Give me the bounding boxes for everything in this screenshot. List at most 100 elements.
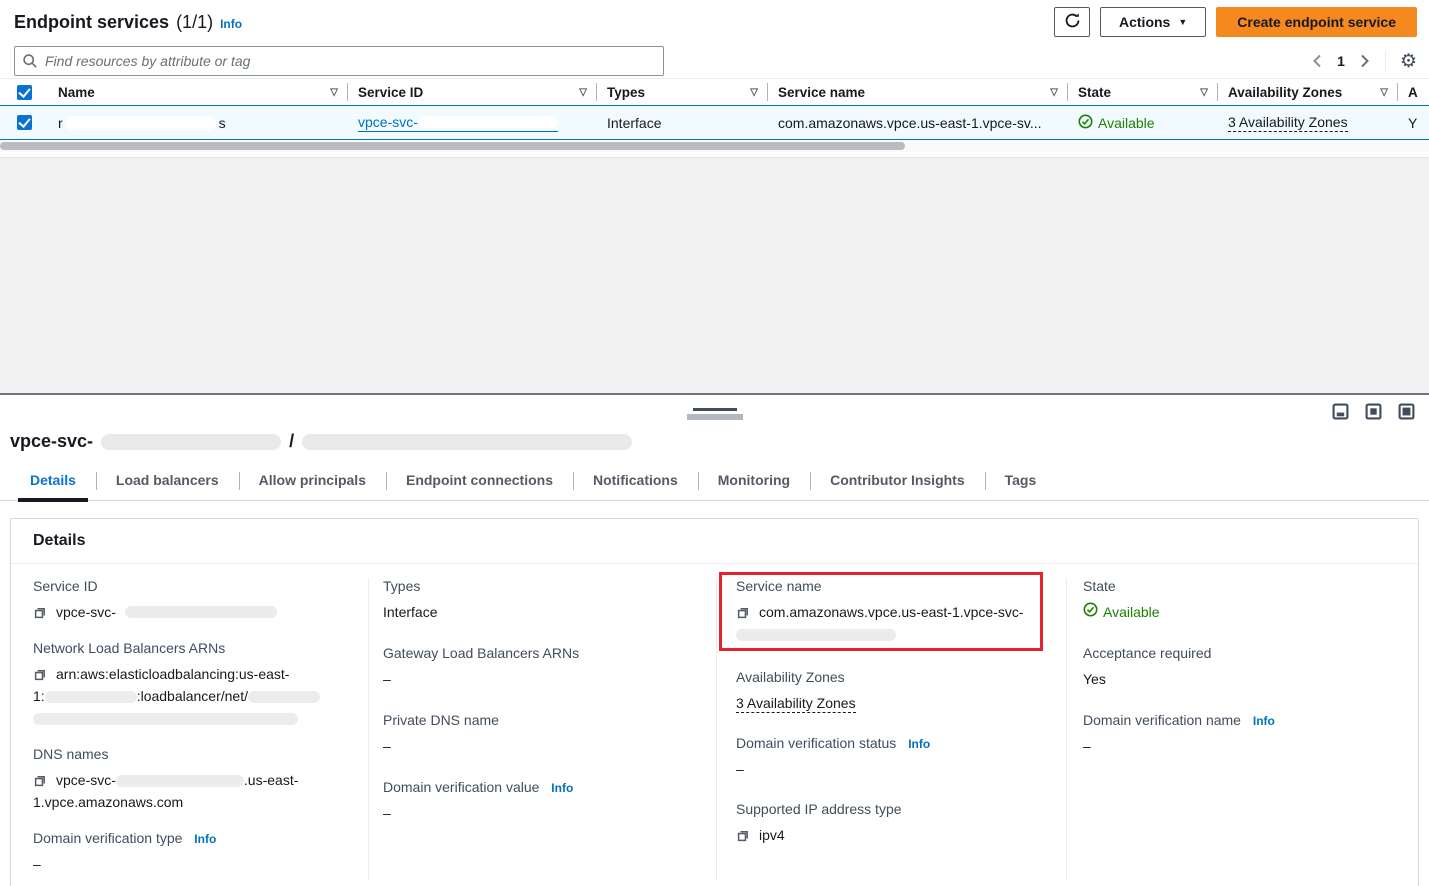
details-column-4: State Available Acceptance required (1067, 578, 1418, 881)
search-input[interactable] (14, 46, 664, 76)
sort-icon[interactable]: ▽ (1380, 87, 1388, 98)
field-domain-verification-value: Domain verification value Info – (383, 779, 700, 824)
resource-count: (1/1) (176, 12, 213, 33)
field-acceptance-required: Acceptance required Yes (1083, 645, 1402, 690)
refresh-icon (1064, 12, 1081, 32)
column-header-availability-zones[interactable]: Availability Zones ▽ (1218, 79, 1398, 105)
info-link[interactable]: Info (1253, 714, 1275, 728)
column-header-types[interactable]: Types ▽ (597, 79, 768, 105)
page-title: Endpoint services (14, 12, 169, 33)
row-availability-zones-cell: 3 Availability Zones (1218, 114, 1398, 132)
redacted-text (418, 116, 558, 128)
redacted-text (45, 691, 137, 703)
panel-maximize-icon[interactable] (1398, 403, 1415, 420)
redacted-text (66, 116, 216, 130)
sort-icon[interactable]: ▽ (1050, 87, 1058, 98)
field-state: State Available (1083, 578, 1402, 623)
row-checkbox[interactable] (17, 115, 32, 130)
panel-title: vpce-svc- / (0, 395, 1429, 452)
info-link[interactable]: Info (551, 781, 573, 795)
redacted-text (116, 775, 244, 787)
table-row[interactable]: r s vpce-svc- Interface com.amazonaws.vp… (0, 105, 1429, 140)
list-section: Endpoint services (1/1) Info Actions ▼ C… (0, 0, 1429, 152)
field-private-dns-name: Private DNS name – (383, 712, 700, 757)
horizontal-scrollbar (0, 140, 1429, 152)
check-circle-icon (1083, 601, 1098, 623)
row-types-cell: Interface (597, 115, 768, 131)
copy-icon[interactable] (33, 606, 47, 620)
field-domain-verification-status: Domain verification status Info – (736, 735, 1050, 780)
pagination: 1 ⚙ (1311, 50, 1417, 72)
next-page-icon[interactable] (1359, 54, 1371, 68)
select-all-checkbox[interactable] (17, 85, 32, 100)
endpoint-services-table: Name ▽ Service ID ▽ Types ▽ Service name… (0, 78, 1429, 140)
tab-notifications[interactable]: Notifications (573, 466, 698, 500)
search-icon (22, 53, 38, 72)
page-number[interactable]: 1 (1337, 53, 1345, 69)
panel-position-bottom-icon[interactable] (1332, 403, 1349, 420)
table-header-row: Name ▽ Service ID ▽ Types ▽ Service name… (0, 78, 1429, 105)
info-link[interactable]: Info (194, 832, 216, 846)
list-toolbar: 1 ⚙ (0, 44, 1429, 78)
page-header: Endpoint services (1/1) Info Actions ▼ C… (0, 0, 1429, 44)
split-panel-drag-handle[interactable] (687, 408, 743, 420)
field-gateway-arns: Gateway Load Balancers ARNs – (383, 645, 700, 690)
sort-icon[interactable]: ▽ (750, 87, 758, 98)
tab-endpoint-connections[interactable]: Endpoint connections (386, 466, 573, 500)
redacted-text (736, 629, 896, 641)
row-checkbox-cell (0, 115, 48, 130)
redacted-text (248, 691, 320, 703)
row-state-cell: Available (1068, 114, 1218, 132)
service-id-link[interactable]: vpce-svc- (358, 114, 558, 132)
panel-position-side-icon[interactable] (1365, 403, 1382, 420)
info-link[interactable]: Info (908, 737, 930, 751)
prev-page-icon[interactable] (1311, 54, 1323, 68)
field-types: Types Interface (383, 578, 700, 623)
split-panel-controls (1332, 403, 1415, 420)
sort-icon[interactable]: ▽ (330, 87, 338, 98)
column-header-state[interactable]: State ▽ (1068, 79, 1218, 105)
horizontal-scrollbar-thumb[interactable] (0, 142, 905, 150)
sort-icon[interactable]: ▽ (579, 87, 587, 98)
availability-zones-popover[interactable]: 3 Availability Zones (1228, 114, 1348, 132)
row-acceptance-cell: Y (1398, 115, 1429, 131)
chevron-down-icon: ▼ (1178, 17, 1187, 27)
tab-monitoring[interactable]: Monitoring (698, 466, 810, 500)
sort-icon[interactable]: ▽ (1200, 87, 1208, 98)
divider (1385, 50, 1386, 72)
refresh-button[interactable] (1054, 7, 1090, 37)
split-panel: vpce-svc- / Details Load balancers Allow… (0, 393, 1429, 886)
copy-icon[interactable] (33, 668, 47, 682)
actions-button[interactable]: Actions ▼ (1100, 7, 1206, 37)
field-dns-names: DNS names vpce-svc-.us-east- 1.vpce.amaz… (33, 746, 352, 813)
field-service-name: Service name com.amazonaws.vpce.us-east-… (736, 578, 1050, 645)
tab-tags[interactable]: Tags (985, 466, 1057, 500)
availability-zones-popover[interactable]: 3 Availability Zones (736, 695, 856, 713)
column-header-acceptance[interactable]: A (1398, 79, 1429, 105)
tab-load-balancers[interactable]: Load balancers (96, 466, 239, 500)
column-header-service-name[interactable]: Service name ▽ (768, 79, 1068, 105)
preferences-gear-icon[interactable]: ⚙ (1400, 52, 1417, 71)
tab-contributor-insights[interactable]: Contributor Insights (810, 466, 985, 500)
search-box (14, 46, 664, 76)
column-header-name[interactable]: Name ▽ (48, 79, 348, 105)
redacted-text (33, 713, 298, 725)
field-availability-zones: Availability Zones 3 Availability Zones (736, 669, 1050, 714)
copy-icon[interactable] (736, 829, 750, 843)
select-all-checkbox-cell (0, 79, 48, 105)
create-endpoint-service-button[interactable]: Create endpoint service (1216, 7, 1417, 37)
tab-details[interactable]: Details (10, 466, 96, 500)
column-header-service-id[interactable]: Service ID ▽ (348, 79, 597, 105)
content-background (0, 157, 1429, 393)
field-domain-verification-type: Domain verification type Info – (33, 830, 352, 875)
copy-icon[interactable] (736, 606, 750, 620)
tab-allow-principals[interactable]: Allow principals (239, 466, 386, 500)
status-badge: Available (1078, 114, 1155, 132)
row-service-id-cell: vpce-svc- (348, 114, 597, 132)
redacted-text (101, 434, 281, 450)
details-card-heading: Details (11, 519, 1418, 564)
header-info-link[interactable]: Info (220, 17, 242, 31)
details-column-3: Service name com.amazonaws.vpce.us-east-… (717, 578, 1067, 881)
copy-icon[interactable] (33, 774, 47, 788)
redacted-text (125, 606, 277, 618)
